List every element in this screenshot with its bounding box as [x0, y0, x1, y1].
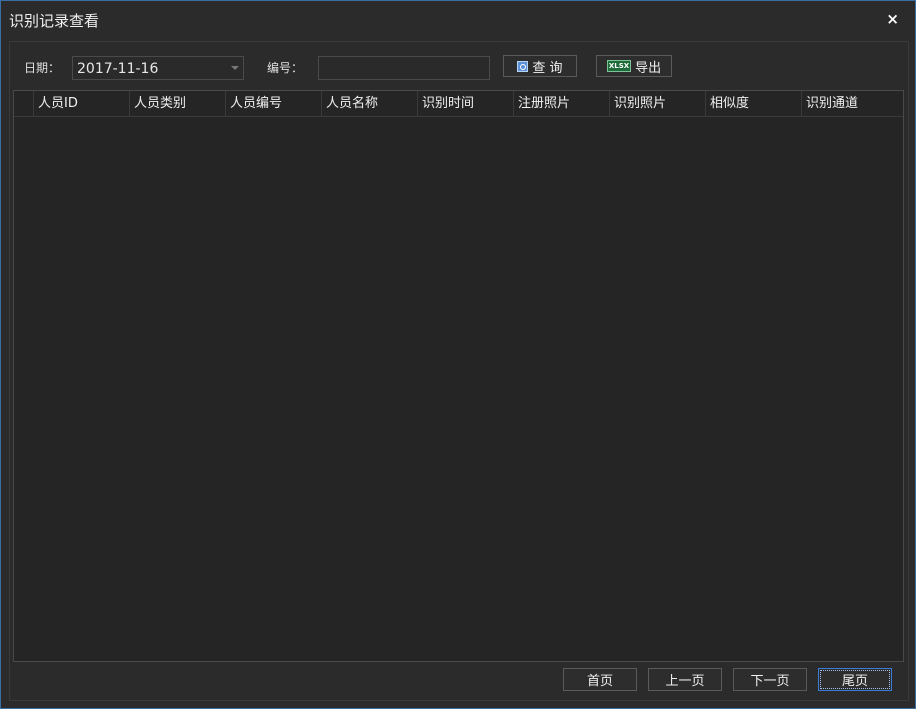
chevron-down-icon[interactable] — [231, 66, 239, 70]
window-title: 识别记录查看 — [9, 12, 100, 30]
search-button[interactable]: 查 询 — [503, 55, 577, 77]
close-icon[interactable]: × — [886, 10, 899, 28]
column-header-recognition-photo[interactable]: 识别照片 — [609, 91, 705, 116]
number-input[interactable] — [318, 56, 490, 80]
date-label: 日期： — [24, 61, 61, 75]
prev-page-button[interactable]: 上一页 — [648, 668, 722, 691]
export-button-label: 导出 — [635, 60, 662, 76]
record-viewer-window: 识别记录查看 × 日期： 2017-11-16 编号： 查 询 XLSX 导出 … — [0, 0, 916, 709]
date-picker[interactable]: 2017-11-16 — [72, 56, 244, 80]
column-header-person-type[interactable]: 人员类别 — [129, 91, 225, 116]
column-header-channel[interactable]: 识别通道 — [801, 91, 903, 116]
column-header-person-number[interactable]: 人员编号 — [225, 91, 321, 116]
last-page-button[interactable]: 尾页 — [818, 668, 892, 691]
search-icon — [517, 60, 529, 72]
excel-icon: XLSX — [606, 60, 632, 72]
next-page-button[interactable]: 下一页 — [733, 668, 807, 691]
column-header-registered-photo[interactable]: 注册照片 — [513, 91, 609, 116]
table-header: 人员ID 人员类别 人员编号 人员名称 识别时间 注册照片 识别照片 相似度 识… — [14, 91, 903, 117]
number-label: 编号： — [267, 61, 304, 75]
search-button-label: 查 询 — [532, 60, 563, 76]
records-table[interactable]: 人员ID 人员类别 人员编号 人员名称 识别时间 注册照片 识别照片 相似度 识… — [13, 90, 904, 662]
title-bar[interactable]: 识别记录查看 × — [1, 1, 915, 39]
column-header-recognition-time[interactable]: 识别时间 — [417, 91, 513, 116]
date-value: 2017-11-16 — [77, 61, 159, 77]
column-header-person-name[interactable]: 人员名称 — [321, 91, 417, 116]
first-page-button[interactable]: 首页 — [563, 668, 637, 691]
column-header-similarity[interactable]: 相似度 — [705, 91, 801, 116]
export-button[interactable]: XLSX 导出 — [596, 55, 672, 77]
column-header-person-id[interactable]: 人员ID — [33, 91, 129, 116]
content-panel: 日期： 2017-11-16 编号： 查 询 XLSX 导出 人员ID 人员类别… — [9, 41, 909, 701]
